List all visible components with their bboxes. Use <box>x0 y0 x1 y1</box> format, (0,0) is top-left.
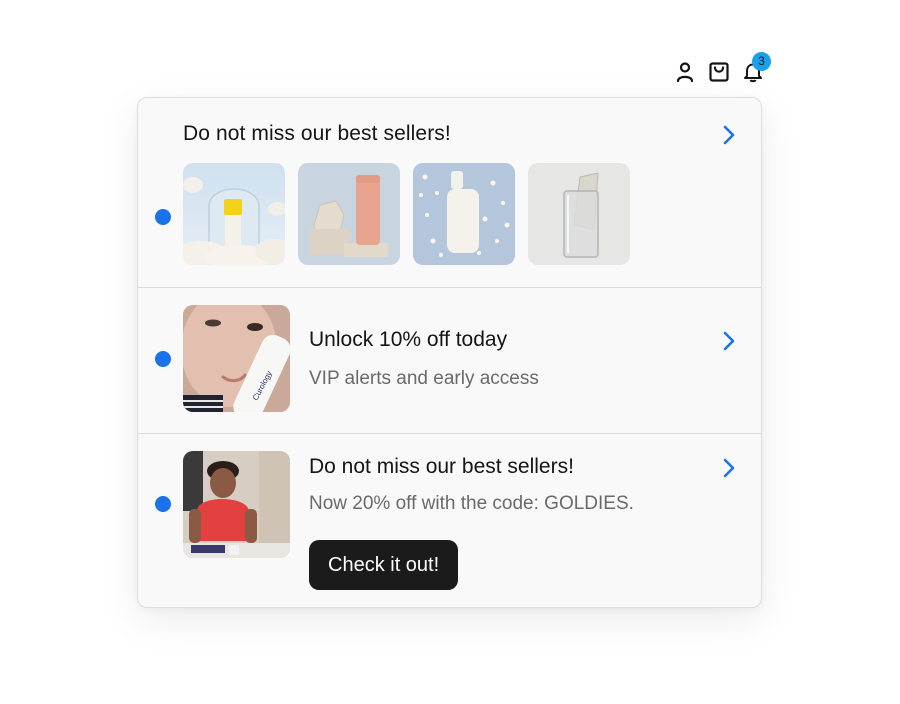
check-it-out-button[interactable]: Check it out! <box>309 540 459 590</box>
notification-subtitle: VIP alerts and early access <box>309 368 539 389</box>
product-thumbnails <box>183 163 630 265</box>
chevron-right-icon[interactable] <box>722 125 736 145</box>
chevron-right-icon[interactable] <box>722 458 736 478</box>
notifications-button[interactable]: 3 <box>740 52 771 86</box>
chevron-right-icon[interactable] <box>722 331 736 351</box>
user-icon <box>676 62 694 83</box>
notification-item-discount[interactable]: Curology Unlock 10% off today VIP alerts… <box>138 287 761 433</box>
notification-item-best-sellers[interactable]: Do not miss our best sellers! <box>138 98 761 287</box>
notification-item-coupon[interactable]: Do not miss our best sellers! Now 20% of… <box>138 433 761 607</box>
header-actions: 3 <box>672 52 782 86</box>
unread-dot <box>155 209 171 225</box>
woman-with-bottle-image: Curology <box>183 305 290 412</box>
man-at-sink-image <box>183 451 290 558</box>
account-button[interactable] <box>672 58 698 86</box>
unread-dot <box>155 351 171 367</box>
notification-title: Unlock 10% off today <box>309 328 508 351</box>
unread-dot <box>155 496 171 512</box>
notification-count-badge: 3 <box>752 52 771 71</box>
product-thumbnail[interactable] <box>183 163 285 265</box>
product-thumbnail[interactable] <box>528 163 630 265</box>
peach-tube-on-stone-image <box>298 163 400 265</box>
tube-in-glass-image <box>528 163 630 265</box>
product-thumbnail[interactable] <box>298 163 400 265</box>
notification-title: Do not miss our best sellers! <box>183 122 451 145</box>
promo-image <box>183 451 290 558</box>
shopping-bag-icon <box>709 62 729 82</box>
product-thumbnail[interactable] <box>413 163 515 265</box>
yellow-cap-dropper-bottle-image <box>183 163 285 265</box>
notification-title: Do not miss our best sellers! <box>309 455 574 478</box>
white-serum-bottle-image <box>413 163 515 265</box>
cart-button[interactable] <box>706 58 732 86</box>
notification-subtitle: Now 20% off with the code: GOLDIES. <box>309 493 634 514</box>
promo-image: Curology <box>183 305 290 412</box>
notifications-panel: Do not miss our best sellers! Curology U… <box>137 97 762 608</box>
